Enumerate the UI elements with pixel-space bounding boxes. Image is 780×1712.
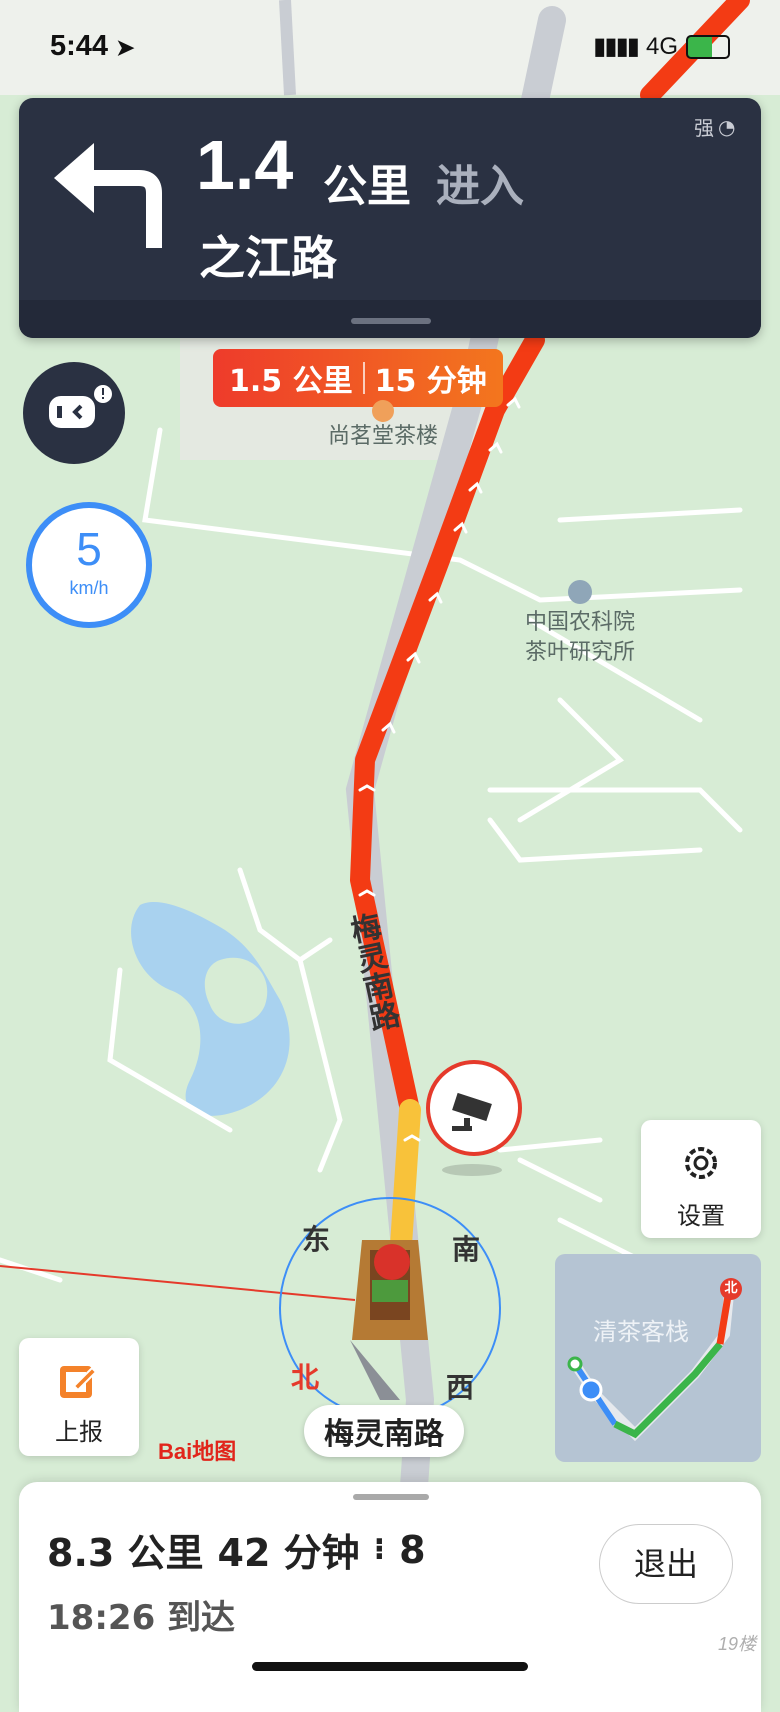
remaining-distance: 8.3 公里: [47, 1531, 204, 1575]
traffic-light-count: 8: [399, 1527, 426, 1572]
edit-report-icon: [60, 1366, 98, 1398]
panel-drag-handle[interactable]: [353, 1494, 429, 1500]
compass-west: 西: [446, 1371, 475, 1404]
robot-face-icon: [49, 385, 112, 428]
turn-distance-value: 1.4: [196, 126, 294, 204]
cellular-signal-icon: ▮▮▮▮: [593, 33, 640, 60]
battery-charging-icon: [686, 34, 730, 59]
report-label: 上报: [55, 1418, 103, 1446]
speed-unit: km/h: [69, 578, 109, 598]
exit-navigation-button[interactable]: 退出: [599, 1524, 733, 1604]
compass-south: 南: [452, 1233, 481, 1266]
speed-camera-marker[interactable]: [426, 1060, 522, 1156]
poi-pin-icon: [372, 400, 394, 422]
status-indicators: ▮▮▮▮ 4G: [593, 32, 730, 61]
next-road-name: 之江路: [199, 231, 337, 285]
watermark: 19楼: [717, 1634, 756, 1654]
report-button[interactable]: 上报: [19, 1338, 139, 1456]
network-type: 4G: [645, 32, 678, 60]
turn-left-arrow-icon: [54, 143, 162, 248]
overview-minimap[interactable]: 清茶客栈 北: [555, 1254, 761, 1462]
poi-label: 茶叶研究所: [525, 640, 636, 665]
route-summary: 8.3 公里 42 分钟 ⁝ 8: [47, 1522, 426, 1577]
turn-distance-unit: 公里: [323, 161, 411, 212]
route-eta-bubble[interactable]: 1.5 公里 15 分钟: [213, 349, 503, 407]
camera-icon: [452, 1092, 492, 1131]
compass-north: 北: [291, 1361, 320, 1394]
voice-assistant-button[interactable]: [23, 362, 125, 464]
compass-east: 东: [302, 1223, 331, 1256]
home-indicator[interactable]: [252, 1662, 528, 1671]
traffic-light-icon: ⁝: [373, 1532, 386, 1567]
current-speed-indicator: 5 km/h: [26, 502, 152, 628]
turn-instruction-card[interactable]: [19, 98, 761, 338]
remaining-time: 42 分钟: [217, 1531, 360, 1575]
settings-label: 设置: [677, 1202, 725, 1230]
poi-label: 中国农科院: [525, 610, 636, 635]
location-arrow-icon: ➤: [116, 35, 135, 60]
baidu-map-logo: Bai地图: [158, 1439, 237, 1464]
gps-signal-icon: ◔: [718, 114, 736, 139]
eta-distance: 1.5 公里: [229, 364, 353, 399]
speed-value: 5: [76, 523, 102, 575]
poi-marker[interactable]: 尚茗堂茶楼: [328, 400, 438, 452]
poi-label: 尚茗堂茶楼: [328, 424, 439, 449]
poi-marker[interactable]: 中国农科院 茶叶研究所: [525, 580, 635, 668]
arrival-time: 18:26 到达: [47, 1598, 236, 1638]
gps-signal-indicator: 强 ◔: [694, 114, 736, 141]
poi-pin-icon: [568, 580, 592, 604]
current-road-label: 梅灵南路: [304, 1405, 464, 1457]
status-time: 5:44 ➤: [50, 30, 135, 62]
minimap-north: 北: [720, 1278, 742, 1300]
turn-action: 进入: [436, 161, 524, 212]
route-summary-panel[interactable]: 8.3 公里 42 分钟 ⁝ 8 18:26 到达 退出: [19, 1482, 761, 1712]
card-drag-handle[interactable]: [351, 318, 431, 324]
eta-time: 15 分钟: [374, 364, 487, 399]
gear-icon: [685, 1147, 717, 1179]
settings-button[interactable]: 设置: [641, 1120, 761, 1238]
minimap-poi-label: 清茶客栈: [593, 1318, 689, 1346]
